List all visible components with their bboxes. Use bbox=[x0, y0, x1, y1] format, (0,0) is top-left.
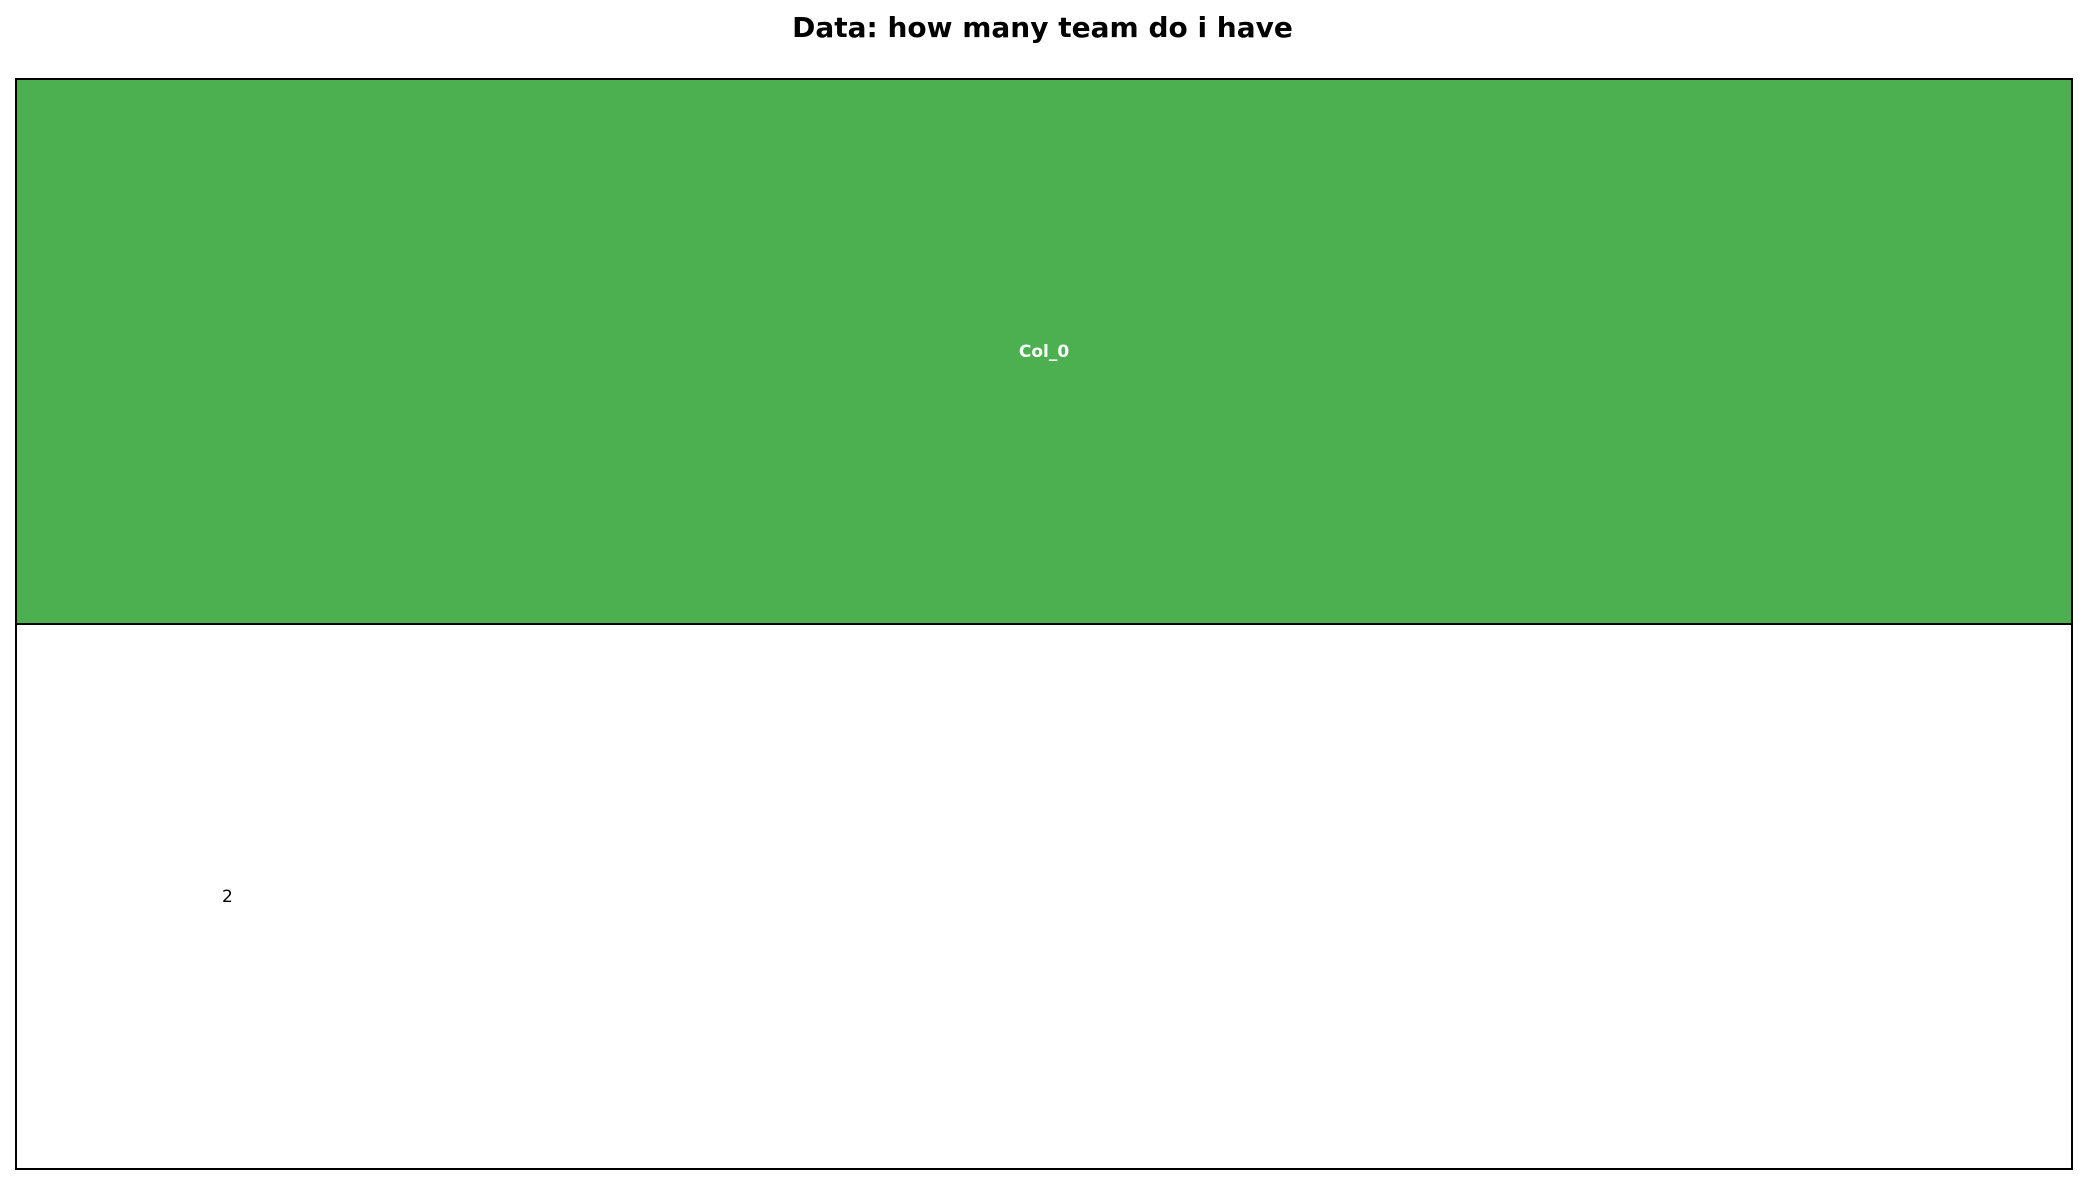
table-cell-value: 2 bbox=[222, 886, 233, 907]
column-header-label: Col_0 bbox=[1018, 341, 1070, 362]
data-table: Col_0 2 bbox=[15, 78, 2073, 1170]
chart-title: Data: how many team do i have bbox=[792, 11, 1293, 44]
table-header-cell: Col_0 bbox=[17, 80, 2071, 625]
chart-page: Data: how many team do i have Col_0 2 bbox=[0, 0, 2085, 1184]
table-row: 2 bbox=[17, 625, 2071, 1168]
